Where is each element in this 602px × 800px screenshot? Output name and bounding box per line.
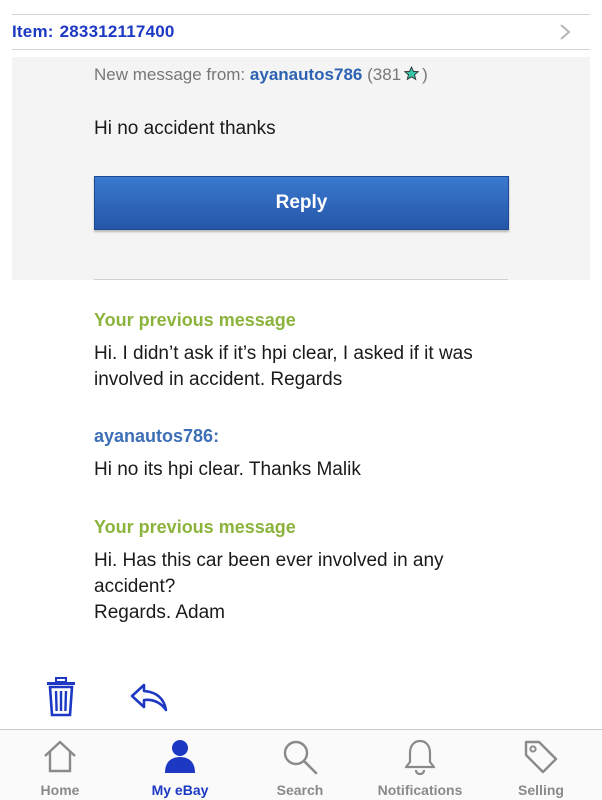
star-icon [404,66,420,81]
thread-message-1: Your previous message Hi. I didn’t ask i… [94,310,524,393]
tab-selling-label: Selling [518,782,564,798]
home-icon [44,740,76,773]
message-body: Hi. Has this car been ever involved in a… [94,548,524,626]
feedback-score: (381 [367,65,402,84]
message-line: involved in accident. Regards [94,369,343,390]
item-number: 283312117400 [59,22,175,41]
thread-divider [94,279,508,280]
tab-bar: Home My eBay Search Notifications Sellin… [0,729,602,800]
header-divider [12,49,590,50]
message-actions [0,676,602,720]
search-icon [283,740,318,775]
item-label: Item: [12,22,54,41]
item-header[interactable]: Item: 283312117400 [0,15,602,49]
tab-selling[interactable]: Selling [481,730,601,800]
tab-my-ebay[interactable]: My eBay [120,730,240,800]
message-line: Hi. I didn’t ask if it’s hpi clear, I as… [94,343,473,364]
tab-search-label: Search [276,782,324,798]
tab-home-label: Home [40,782,80,798]
user-icon [165,740,195,773]
tab-my-ebay-label: My eBay [151,782,209,798]
new-message-prefix: New message from: [94,65,246,84]
new-message-panel: New message from: ayanautos786 (381 ) Hi… [12,57,590,280]
message-line: Hi. Has this car been ever involved in a… [94,550,444,571]
tag-icon [524,740,558,774]
tab-notifications[interactable]: Notifications [360,730,480,800]
reply-button[interactable]: Reply [94,176,509,230]
new-message-from: New message from: ayanautos786 (381 ) [94,65,428,85]
message-line: Regards. Adam [94,602,225,623]
chevron-right-icon[interactable] [556,23,574,41]
previous-message-heading: Your previous message [94,310,296,330]
item-title: Item: 283312117400 [12,22,175,42]
thread-message-2: ayanautos786: Hi no its hpi clear. Thank… [94,426,524,483]
thread-message-3: Your previous message Hi. Has this car b… [94,517,524,626]
sender-heading: ayanautos786: [94,426,220,446]
tab-home[interactable]: Home [0,730,120,800]
previous-message-heading: Your previous message [94,517,296,537]
new-message-body: Hi no accident thanks [94,118,276,139]
tab-search[interactable]: Search [240,730,360,800]
message-line: accident? [94,576,176,597]
feedback-score-close: ) [422,65,428,84]
reply-arrow-icon[interactable] [128,676,170,718]
message-line: Hi no its hpi clear. Thanks Malik [94,459,361,480]
trash-icon[interactable] [41,676,81,718]
sender-username[interactable]: ayanautos786 [250,65,362,84]
message-body: Hi no its hpi clear. Thanks Malik [94,457,524,483]
bell-icon [404,739,436,776]
tab-notifications-label: Notifications [377,782,463,798]
message-body: Hi. I didn’t ask if it’s hpi clear, I as… [94,341,524,393]
